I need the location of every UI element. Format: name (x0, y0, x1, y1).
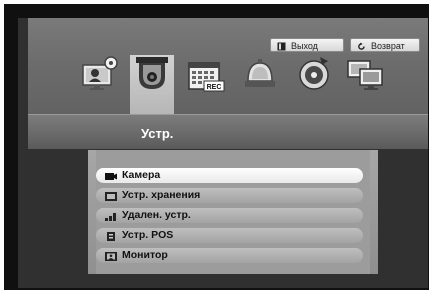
event-alarm-icon[interactable] (240, 51, 280, 95)
section-title: Устр. (141, 126, 174, 141)
exit-label: Выход (291, 41, 318, 51)
menu-item-label: Устр. POS (122, 229, 174, 241)
menu-item-label: Монитор (122, 249, 168, 261)
menu-item-pos-device[interactable]: Устр. POS (96, 228, 363, 243)
exit-button[interactable]: Выход (270, 38, 344, 52)
record-schedule-icon[interactable]: REC (186, 51, 226, 95)
rec-badge: REC (207, 84, 222, 91)
menu-item-label: Камера (122, 169, 161, 181)
remote-device-icon (105, 211, 117, 221)
menu-item-monitor[interactable]: Монитор (96, 248, 363, 263)
menu-item-storage[interactable]: Устр. хранения (96, 188, 363, 203)
return-icon (357, 41, 366, 50)
menu-item-label: Удален. устр. (122, 209, 191, 221)
pos-icon (105, 231, 117, 241)
menu-item-label: Устр. хранения (122, 189, 201, 201)
exit-icon (277, 41, 286, 51)
back-label: Возврат (371, 41, 405, 51)
title-band (28, 114, 428, 149)
system-settings-icon[interactable] (80, 51, 120, 95)
menu-item-remote-device[interactable]: Удален. устр. (96, 208, 363, 223)
dvr-menu-screen: Выход Возврат REC Устр. Камера Устр. хра… (18, 18, 428, 288)
storage-icon (105, 191, 117, 201)
camera-dome-icon[interactable] (132, 51, 172, 95)
menu-item-camera[interactable]: Камера (96, 168, 363, 183)
back-button[interactable]: Возврат (350, 38, 420, 52)
backup-disc-icon[interactable] (294, 51, 334, 95)
screen-frame: Выход Возврат REC Устр. Камера Устр. хра… (4, 4, 429, 290)
network-icon[interactable] (346, 51, 386, 95)
monitor-icon (105, 251, 117, 261)
camera-icon (105, 171, 117, 180)
